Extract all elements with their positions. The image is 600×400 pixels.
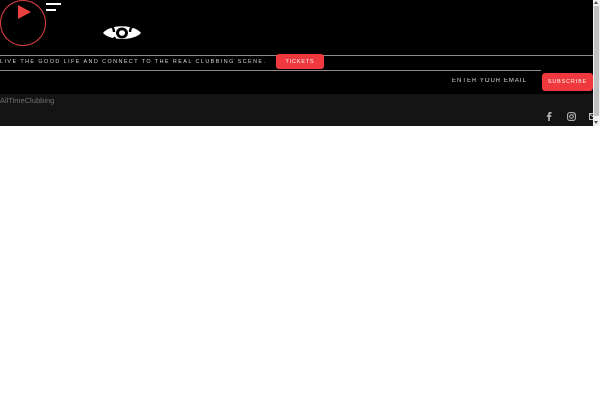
brand-name: AllTimeClubbing [0, 96, 55, 105]
hamburger-menu-icon-line [46, 9, 56, 11]
scroll-down-icon[interactable] [594, 121, 598, 124]
menu-button[interactable] [46, 3, 61, 11]
tagline: LIVE THE GOOD LIFE AND CONNECT TO THE RE… [0, 59, 267, 65]
eye-logo-icon [103, 23, 141, 41]
vertical-scrollbar[interactable] [593, 0, 600, 126]
facebook-icon [546, 111, 552, 121]
play-button[interactable] [0, 0, 46, 46]
hamburger-menu-icon [46, 3, 61, 5]
scrollbar-thumb[interactable] [594, 6, 599, 116]
facebook-link[interactable] [546, 111, 552, 121]
instagram-icon [567, 111, 576, 121]
subscribe-button[interactable]: SUBSCRIBE [542, 73, 593, 91]
play-icon [18, 5, 31, 19]
tickets-button[interactable]: TICKETS [276, 54, 324, 69]
header-divider-bottom [0, 70, 541, 71]
site-header: LIVE THE GOOD LIFE AND CONNECT TO THE RE… [0, 0, 600, 94]
scroll-up-icon[interactable] [594, 1, 598, 4]
instagram-link[interactable] [567, 111, 576, 121]
email-input[interactable] [440, 73, 536, 88]
footer-bar: AllTimeClubbing [0, 94, 600, 126]
